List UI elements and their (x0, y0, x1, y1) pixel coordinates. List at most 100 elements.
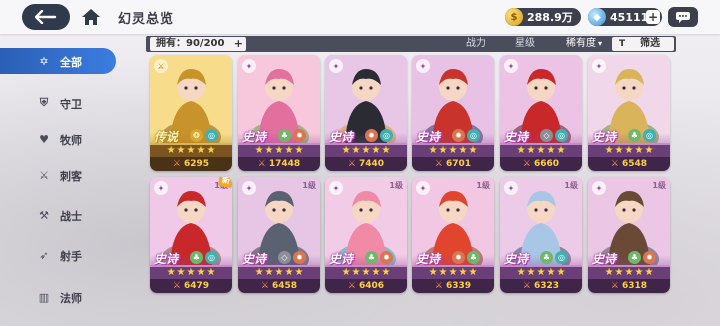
hero-level: 1级 (564, 181, 578, 190)
hero-card[interactable]: ⚔ 传说 ❂ ◎ ★ ★ ★ ★ ★ ⚔ 6295 (150, 55, 232, 171)
star-icon: ★ (614, 267, 624, 278)
class-icon: ✦ (242, 181, 256, 195)
rarity-label: 史诗 (592, 252, 617, 266)
axe-icon: ⚒ (39, 208, 49, 222)
hero-card[interactable]: ✦ 史诗 ♣ ◎ ★ ★ ★ ★ ★ ⚔ 6548 (588, 55, 670, 171)
star-icon: ★ (644, 145, 654, 156)
star-icon: ★ (176, 145, 186, 156)
power-value: ⚔ 6323 (500, 279, 582, 293)
star-icon: ★ (351, 267, 361, 278)
rarity-label: 史诗 (592, 130, 617, 144)
filter-label: 筛选 (640, 38, 660, 49)
element-green-icon: ♣ (278, 129, 291, 142)
element-green-icon: ♣ (628, 251, 641, 264)
dagger-icon: ⚔ (39, 168, 49, 182)
class-icon: ⚔ (154, 59, 168, 73)
element-red-icon: ✹ (452, 129, 465, 142)
sidebar-item-guard[interactable]: ⛨ 守卫 (0, 90, 118, 116)
element-grey-icon: ◇ (540, 129, 553, 142)
sidebar-item-archer[interactable]: ➶ 射手 (0, 242, 118, 268)
sidebar-item-assassin[interactable]: ⚔ 刺客 (0, 162, 118, 188)
star-rating: ★ ★ ★ ★ ★ (325, 267, 407, 279)
star-icon: ★ (371, 145, 381, 156)
book-icon: ▥ (38, 290, 50, 304)
star-icon: ★ (264, 267, 274, 278)
power-number: 6323 (534, 281, 560, 291)
shield-icon: ⛨ (39, 96, 49, 109)
element-badges: ♣ ◎ (190, 251, 218, 264)
sidebar-item-mage[interactable]: ▥ 法师 (0, 284, 118, 310)
hero-card[interactable]: ✦ 史诗 ✹ ◎ ★ ★ ★ ★ ★ ⚔ 6701 (412, 55, 494, 171)
crossed-swords-icon: ⚔ (434, 281, 443, 291)
sidebar-item-label: 刺客 (60, 170, 82, 183)
star-icon: ★ (186, 145, 196, 156)
star-icon: ★ (526, 267, 536, 278)
hero-card[interactable]: ✦1级史诗♣◎★★★★★⚔6479新 (150, 177, 232, 293)
chat-button[interactable] (668, 7, 698, 27)
star-icon: ★ (644, 267, 654, 278)
sidebar-item-warrior[interactable]: ⚒ 战士 (0, 202, 118, 228)
class-icon: ✦ (592, 59, 606, 73)
element-teal-icon: ◎ (643, 129, 656, 142)
home-button[interactable] (76, 4, 106, 30)
hero-card[interactable]: ✦ 史诗 ♣ ✹ ★ ★ ★ ★ ★ ⚔ 17448 (238, 55, 320, 171)
hero-card[interactable]: ✦ 1级 史诗 ♣ ✹ ★ ★ ★ ★ ★ ⚔ 6406 (325, 177, 407, 293)
star-icon: ★ (381, 267, 391, 278)
sidebar-item-label: 全部 (60, 56, 82, 69)
element-teal-icon: ◎ (205, 129, 218, 142)
rarity-label: 史诗 (416, 252, 441, 266)
hero-card[interactable]: ✦ 1级 史诗 ◇ ✹ ★ ★ ★ ★ ★ ⚔ 6458 (238, 177, 320, 293)
star-icon: ★ (438, 145, 448, 156)
hero-level: 1级 (302, 181, 316, 190)
add-gem-button[interactable]: + (646, 10, 660, 24)
owned-label: 拥有：90/200 (156, 38, 225, 49)
sidebar-item-label: 牧师 (60, 134, 82, 147)
sidebar-item-all[interactable]: ✡ 全部 (0, 48, 116, 74)
element-teal-icon: ◎ (555, 129, 568, 142)
star-icon: ★ (516, 145, 526, 156)
power-value: ⚔ 6339 (412, 279, 494, 293)
hero-card[interactable]: ✦ 1级 史诗 ✹ ♣ ★ ★ ★ ★ ★ ⚔ 6339 (412, 177, 494, 293)
element-teal-icon: ◎ (467, 129, 480, 142)
hero-card[interactable]: ✦ 1级 史诗 ♣ ◎ ★ ★ ★ ★ ★ ⚔ 6323 (500, 177, 582, 293)
filter-button[interactable]: T 筛选 (612, 37, 674, 51)
star-icon: ★ (284, 145, 294, 156)
star-icon: ★ (284, 267, 294, 278)
star-icon: ★ (624, 267, 634, 278)
rarity-label: 史诗 (242, 252, 267, 266)
power-number: 17448 (268, 159, 301, 169)
power-number: 6458 (272, 281, 298, 291)
star-icon: ★ (428, 145, 438, 156)
star-icon: ★ (341, 145, 351, 156)
power-value: ⚔ 6660 (500, 157, 582, 171)
power-number: 6339 (446, 281, 472, 291)
star-rating: ★ ★ ★ ★ ★ (500, 267, 582, 279)
element-green-icon: ♣ (190, 251, 203, 264)
star-icon: ★ (536, 267, 546, 278)
sort-power-button[interactable]: 战力 (466, 36, 486, 52)
element-badges: ❂ ◎ (190, 129, 218, 142)
star-icon: ★ (556, 145, 566, 156)
gem-icon: ◆ (588, 8, 606, 26)
hero-card[interactable]: ✦ 1级 史诗 ♣ ✹ ★ ★ ★ ★ ★ ⚔ 6318 (588, 177, 670, 293)
back-button[interactable] (22, 4, 70, 30)
sidebar-item-label: 法师 (60, 292, 82, 305)
crossed-swords-icon: ⚔ (522, 281, 531, 291)
hero-card[interactable]: ✦ 史诗 ◇ ◎ ★ ★ ★ ★ ★ ⚔ 6660 (500, 55, 582, 171)
owned-count[interactable]: 拥有：90/200 + (150, 37, 246, 51)
star-icon: ★ (468, 145, 478, 156)
crossed-swords-icon: ⚔ (610, 159, 619, 169)
element-green-icon: ♣ (540, 251, 553, 264)
sort-star-button[interactable]: 星级 (515, 36, 535, 52)
sidebar-item-priest[interactable]: ♥ 牧师 (0, 126, 118, 152)
element-badges: ♣ ✹ (365, 251, 393, 264)
sort-rarity-button[interactable]: 稀有度 ▾ (566, 36, 602, 52)
star-rating: ★ ★ ★ ★ ★ (412, 145, 494, 157)
heart-cross-icon: ♥ (39, 132, 49, 146)
star-icon: ★ (196, 145, 206, 156)
element-badges: ♣ ◎ (540, 251, 568, 264)
gem-amount: 45111 (610, 10, 649, 24)
class-icon: ✦ (416, 59, 430, 73)
crossed-swords-icon: ⚔ (347, 281, 356, 291)
hero-card[interactable]: ✦ 史诗 ✹ ◎ ★ ★ ★ ★ ★ ⚔ 7440 (325, 55, 407, 171)
